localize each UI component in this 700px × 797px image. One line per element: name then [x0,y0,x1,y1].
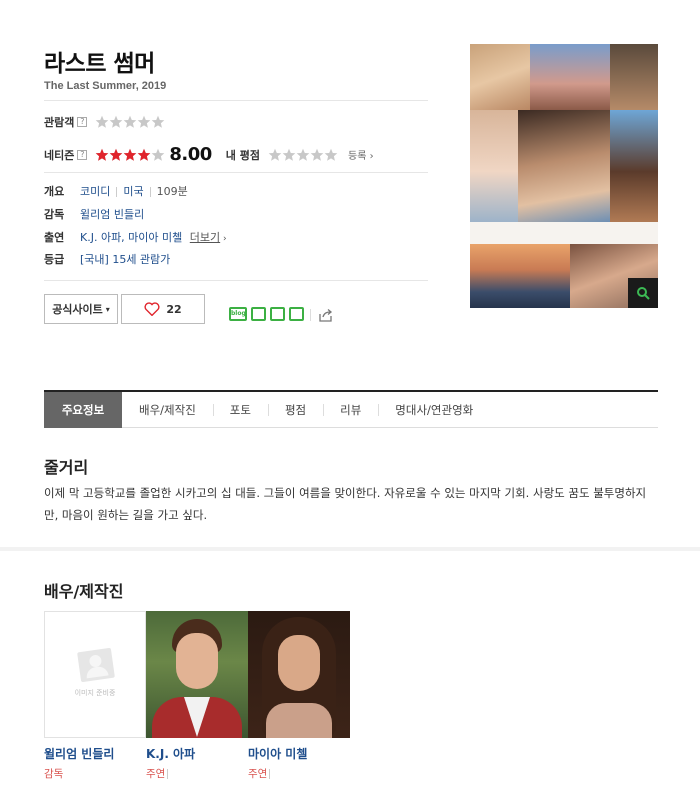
facebook-icon[interactable] [289,307,304,321]
like-button[interactable]: 22 [121,294,205,324]
more-label: 더보기 [189,231,221,244]
divider [44,280,428,281]
star-icon [151,148,165,162]
star-icon [268,148,282,162]
grade-row: 등급 [국내] 15세 관람가 [44,251,170,267]
audience-stars [95,115,165,129]
cast-link[interactable]: K.J. 아파, 마이아 미첼 [80,231,182,244]
person-name[interactable]: 윌리엄 빈들리 [44,745,146,762]
person-photo[interactable] [146,611,248,738]
star-icon [123,115,137,129]
person-photo-placeholder[interactable]: 이미지 준비중 [44,611,146,738]
more-link[interactable]: 더보기 [190,231,220,244]
movie-poster[interactable]: 라스트 썸머 [470,44,658,308]
star-icon [296,148,310,162]
star-icon [310,148,324,162]
synopsis-heading: 줄거리 [44,458,89,477]
audience-label: 관람객 [44,116,75,129]
like-count: 22 [166,302,182,316]
movie-title: 라스트 썸머 [44,51,155,77]
person-card[interactable]: 마이아 미첼 주연 [248,611,350,781]
star-icon [137,148,151,162]
official-site-button[interactable]: 공식사이트 ▾ [44,294,118,324]
person-role: 주연 [248,768,268,780]
cast-section-heading: 배우/제작진 [44,582,124,601]
register-rating-link[interactable]: 등록 › [348,147,374,162]
tab-cast-crew[interactable]: 배우/제작진 [122,392,213,428]
star-icon [324,148,338,162]
netizen-score: 8.00 [169,144,212,165]
director-link[interactable]: 윌리엄 빈들리 [80,206,144,222]
star-icon [95,148,109,162]
line-icon[interactable] [270,307,285,321]
person-role: 감독 [44,768,64,780]
person-placeholder-icon [77,647,115,683]
person-name[interactable]: 마이아 미첼 [248,745,350,762]
magnify-icon[interactable] [628,278,658,308]
register-label: 등록 [348,151,367,162]
star-icon [137,115,151,129]
divider [44,100,428,101]
netizen-rating-row: 네티즌 ? 8.00 내 평점 등록 › [44,144,374,165]
star-icon [109,115,123,129]
my-rating-label: 내 평점 [225,148,260,162]
tab-photo[interactable]: 포토 [212,392,268,428]
tab-main-info[interactable]: 주요정보 [44,391,122,428]
cast-row: 출연 K.J. 아파, 마이아 미첼 더보기 › [44,231,227,244]
overview-row: 개요 코미디 미국 109분 [44,183,188,199]
grade-label: 등급 [44,253,65,266]
synopsis-text: 이제 막 고등학교를 졸업한 시카고의 십 대들. 그들이 여름을 맞이한다. … [44,486,647,522]
sns-share-group: blog [229,307,304,321]
help-icon[interactable]: ? [77,149,88,160]
tab-review[interactable]: 리뷰 [323,392,378,428]
director-row: 감독 윌리엄 빈들리 [44,206,144,222]
section-divider [0,547,700,551]
cast-label: 출연 [44,231,65,244]
person-card[interactable]: K.J. 아파 주연 [146,611,248,781]
star-icon [109,148,123,162]
country-link[interactable]: 미국 [123,185,143,198]
person-photo[interactable] [248,611,350,738]
heart-icon [144,302,160,316]
movie-subtitle: The Last Summer, 2019 [44,80,167,92]
star-icon [95,115,109,129]
director-label: 감독 [44,208,65,221]
kakaotalk-icon[interactable] [251,307,266,321]
star-icon [151,115,165,129]
person-name[interactable]: K.J. 아파 [146,745,248,762]
star-icon [282,148,296,162]
star-icon [123,148,137,162]
netizen-label: 네티즌 [44,148,75,162]
runtime: 109분 [156,185,188,198]
netizen-stars [95,148,165,162]
genre-link[interactable]: 코미디 [80,185,110,198]
tab-quotes-related[interactable]: 명대사/연관영화 [378,392,490,428]
divider [310,309,311,321]
overview-label: 개요 [44,185,65,198]
dropdown-caret-icon: ▾ [105,304,110,314]
divider [44,172,428,173]
my-rating-stars[interactable] [268,148,338,162]
detail-tabs: 주요정보 배우/제작진 포토 평점 리뷰 명대사/연관영화 [44,390,658,428]
person-role: 주연 [146,768,166,780]
audience-rating-row: 관람객 ? [44,114,165,130]
grade-link[interactable]: [국내] 15세 관람가 [80,251,170,267]
person-card[interactable]: 이미지 준비중 윌리엄 빈들리 감독 [44,611,146,781]
tab-rating[interactable]: 평점 [267,392,323,428]
placeholder-text: 이미지 준비중 [74,689,116,697]
official-site-label: 공식사이트 [52,303,103,316]
help-icon[interactable]: ? [77,117,88,127]
share-icon[interactable] [318,308,333,326]
blog-icon[interactable]: blog [229,307,247,321]
